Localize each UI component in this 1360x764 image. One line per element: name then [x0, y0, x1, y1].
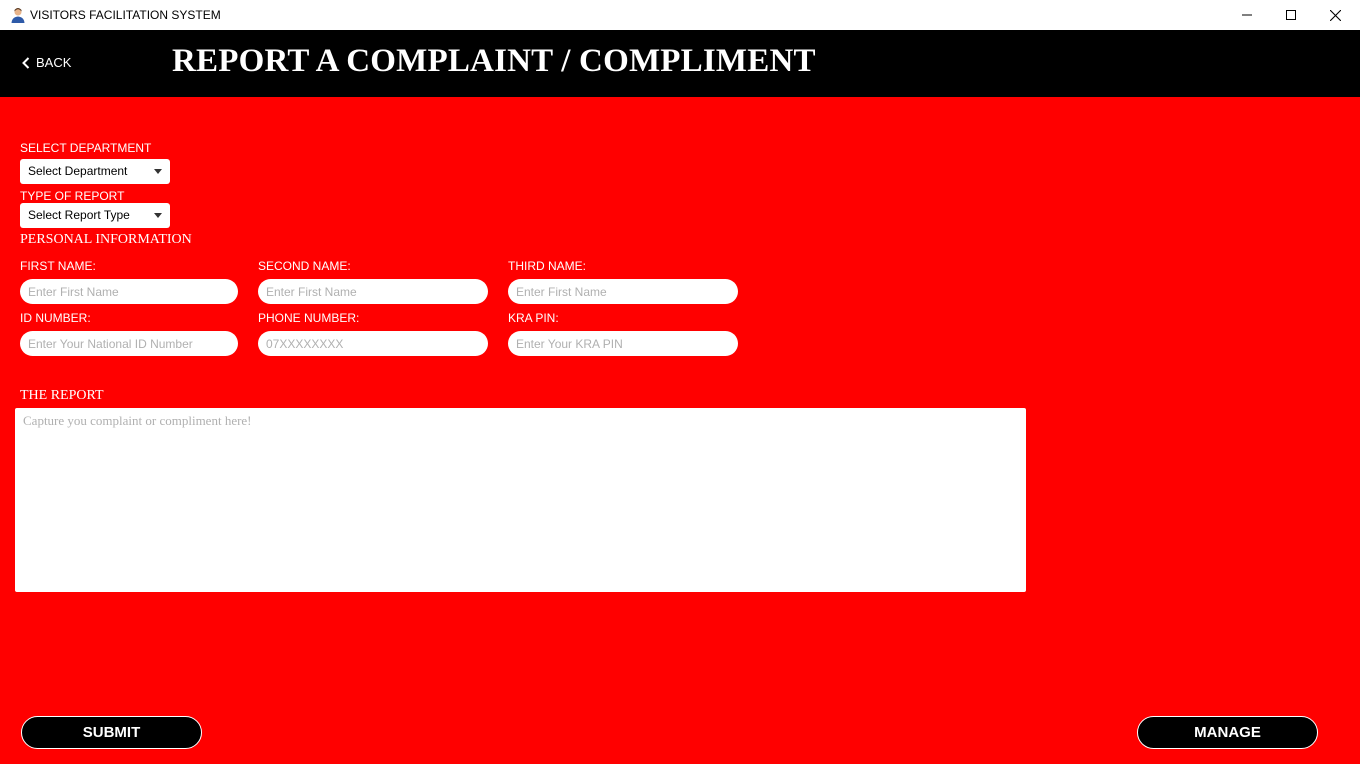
second-name-label: SECOND NAME: — [258, 259, 351, 273]
report-form: SELECT DEPARTMENT Select Department TYPE… — [0, 97, 1360, 764]
kra-pin-label: KRA PIN: — [508, 311, 559, 325]
page-header: BACK REPORT A COMPLAINT / COMPLIMENT — [0, 30, 1360, 97]
department-label: SELECT DEPARTMENT — [20, 141, 152, 155]
phone-number-label: PHONE NUMBER: — [258, 311, 360, 325]
the-report-heading: THE REPORT — [20, 388, 104, 403]
report-type-select-value: Select Report Type — [28, 208, 130, 222]
submit-button-label: SUBMIT — [82, 724, 141, 741]
window-title: VISITORS FACILITATION SYSTEM — [30, 8, 221, 22]
personal-information-heading: PERSONAL INFORMATION — [20, 232, 192, 247]
maximize-icon — [1286, 10, 1296, 20]
dropdown-arrow-icon — [154, 169, 162, 174]
manage-button-label: MANAGE — [1194, 724, 1261, 741]
id-number-input[interactable] — [20, 331, 238, 356]
report-textarea[interactable] — [15, 408, 1026, 592]
third-name-label: THIRD NAME: — [508, 259, 586, 273]
department-select-value: Select Department — [28, 164, 128, 178]
dropdown-arrow-icon — [154, 213, 162, 218]
page-title: REPORT A COMPLAINT / COMPLIMENT — [172, 43, 816, 79]
first-name-input[interactable] — [20, 279, 238, 304]
maximize-button[interactable] — [1268, 0, 1314, 30]
id-number-label: ID NUMBER: — [20, 311, 91, 325]
phone-number-input[interactable] — [258, 331, 488, 356]
minimize-icon — [1242, 14, 1252, 16]
close-button[interactable] — [1312, 0, 1358, 30]
chevron-left-icon — [22, 56, 30, 69]
visitor-person-icon — [11, 8, 25, 23]
kra-pin-input[interactable] — [508, 331, 738, 356]
department-select[interactable]: Select Department — [20, 159, 170, 184]
report-type-label: TYPE OF REPORT — [20, 189, 125, 203]
back-button[interactable]: BACK — [22, 55, 71, 70]
close-icon — [1329, 9, 1341, 21]
manage-button[interactable]: MANAGE — [1137, 716, 1318, 749]
minimize-button[interactable] — [1224, 0, 1270, 30]
back-label: BACK — [36, 55, 72, 70]
third-name-input[interactable] — [508, 279, 738, 304]
submit-button[interactable]: SUBMIT — [21, 716, 202, 749]
report-type-select[interactable]: Select Report Type — [20, 203, 170, 228]
first-name-label: FIRST NAME: — [20, 259, 96, 273]
second-name-input[interactable] — [258, 279, 488, 304]
window-titlebar: VISITORS FACILITATION SYSTEM — [0, 0, 1360, 30]
